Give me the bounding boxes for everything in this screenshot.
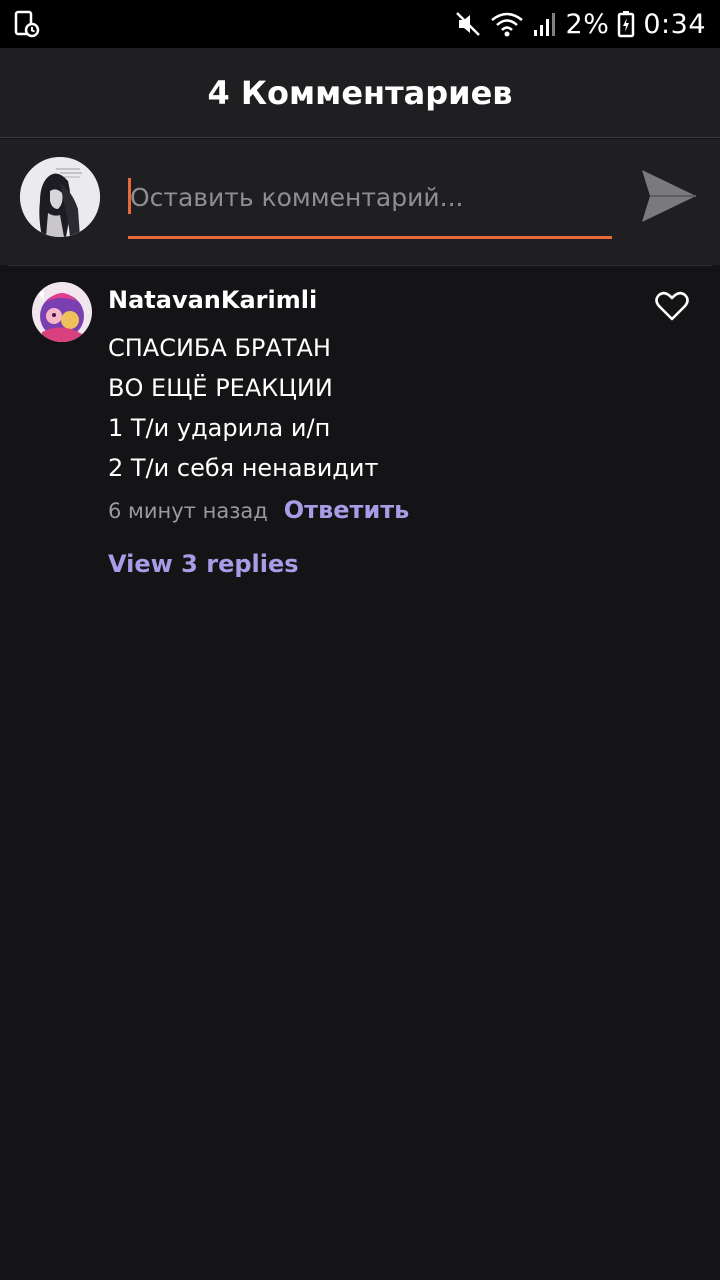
author-avatar[interactable] [32, 282, 92, 342]
clock: 0:34 [643, 8, 706, 40]
header: 4 Комментариев [0, 48, 720, 138]
page-title: 4 Комментариев [207, 73, 513, 112]
divider [8, 265, 712, 266]
battery-percent: 2% [565, 8, 610, 40]
mute-icon [454, 10, 482, 38]
comment-author[interactable]: NatavanKarimli [108, 286, 317, 314]
comment-text: СПАСИБА БРАТАН ВО ЕЩЁ РЕАКЦИИ 1 Т/и удар… [108, 328, 648, 488]
status-bar: 2% 0:34 [0, 0, 720, 48]
comment-input-wrapper [128, 175, 612, 239]
comment-line: 2 Т/и себя ненавидит [108, 454, 379, 482]
comment-line: СПАСИБА БРАТАН [108, 334, 331, 362]
battery-charging-icon [617, 10, 635, 38]
comment-input[interactable] [130, 175, 610, 219]
signal-icon [532, 10, 558, 38]
view-replies-link[interactable]: View 3 replies [108, 550, 299, 578]
comment-timestamp: 6 минут назад [108, 499, 268, 523]
comment-line: 1 Т/и ударила и/п [108, 414, 331, 442]
send-icon [642, 170, 696, 222]
screen-record-icon [14, 10, 40, 38]
send-button[interactable] [636, 163, 702, 229]
comment-composer [0, 139, 720, 265]
reply-button[interactable]: Ответить [284, 496, 410, 524]
comment-line: ВО ЕЩЁ РЕАКЦИИ [108, 374, 333, 402]
heart-icon [655, 291, 689, 321]
my-avatar[interactable] [20, 157, 100, 237]
like-button[interactable] [652, 288, 692, 324]
comment-meta: 6 минут назад Ответить [108, 496, 409, 524]
wifi-icon [490, 10, 524, 38]
